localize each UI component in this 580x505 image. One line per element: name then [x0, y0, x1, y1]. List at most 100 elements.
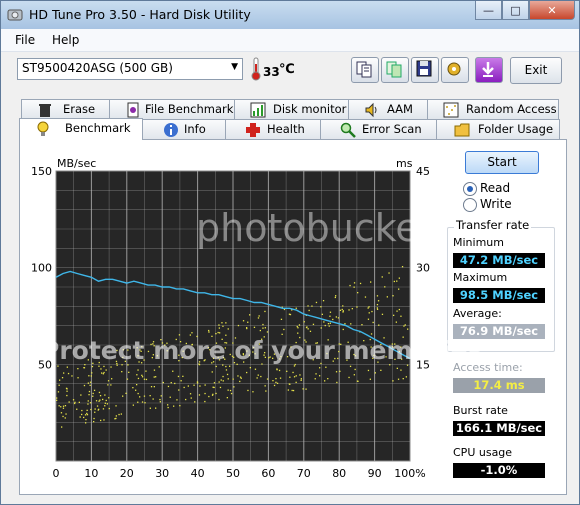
access-time-point [370, 281, 372, 283]
access-time-point [178, 389, 180, 391]
menu-help[interactable]: Help [52, 33, 79, 47]
access-time-point [396, 310, 398, 312]
access-time-point [167, 385, 170, 388]
access-time-point [103, 365, 105, 368]
tab-benchmark[interactable]: Benchmark [19, 118, 143, 140]
maximize-button[interactable]: □ [502, 1, 529, 20]
access-time-point [286, 356, 289, 358]
access-time-point [376, 308, 379, 310]
tab-disk-monitor[interactable]: Disk monitor [234, 99, 349, 119]
access-time-point [376, 304, 379, 306]
access-time-point [388, 272, 390, 274]
access-time-point [60, 406, 62, 408]
access-time-point [401, 358, 403, 360]
start-button[interactable]: Start [465, 151, 539, 174]
access-time-point [198, 361, 201, 363]
exit-button[interactable]: Exit [510, 57, 562, 84]
access-time-point [233, 362, 236, 364]
access-time-point [211, 335, 213, 337]
tab-aam[interactable]: AAM [348, 99, 428, 119]
access-time-point [139, 349, 141, 351]
close-button[interactable]: ✕ [529, 1, 575, 20]
access-time-point [64, 417, 66, 419]
access-time-point [61, 426, 63, 428]
options-button[interactable] [441, 57, 469, 83]
access-time-point [152, 398, 154, 400]
access-time-point [342, 311, 344, 313]
access-time-point [304, 339, 306, 341]
access-time-point [224, 347, 226, 349]
tab-info[interactable]: Info [142, 119, 226, 139]
access-time-point [92, 392, 94, 395]
tab-file-benchmark[interactable]: File Benchmark [109, 99, 235, 119]
access-time-point [120, 413, 122, 415]
access-time-point [276, 382, 279, 384]
drive-select[interactable]: ST9500420ASG (500 GB) ▼ [17, 58, 243, 80]
access-time-point [84, 414, 87, 416]
tab-label: Benchmark [65, 121, 131, 135]
access-time-point [74, 402, 76, 405]
copy-info-button[interactable] [351, 57, 379, 83]
app-window: HD Tune Pro 3.50 - Hard Disk Utility — □… [0, 0, 580, 505]
access-time-point [393, 280, 395, 283]
access-time-point [215, 365, 217, 368]
copy-screenshot-button[interactable] [381, 57, 409, 83]
access-time-point [276, 368, 278, 370]
access-time-point [152, 354, 154, 356]
access-time-point [265, 390, 267, 392]
thermometer-icon [251, 57, 261, 81]
write-radio[interactable] [463, 198, 477, 212]
access-time-point [400, 369, 402, 371]
access-time-point [111, 378, 113, 380]
tab-random-access[interactable]: Random Access [427, 99, 559, 119]
save-button[interactable] [411, 57, 439, 83]
access-time-point [319, 367, 321, 369]
read-radio[interactable] [463, 182, 477, 196]
access-time-point [300, 379, 302, 381]
tab-error-scan[interactable]: Error Scan [320, 119, 437, 139]
access-time-point [315, 301, 318, 304]
y-tick-label-left: 100 [31, 262, 52, 275]
tab-label: Random Access [466, 102, 557, 116]
access-time-point [264, 352, 266, 354]
access-time-point [392, 380, 394, 382]
access-time-point [316, 342, 318, 344]
access-time-point [222, 357, 225, 359]
access-time-point [295, 381, 297, 383]
toolbar: ST9500420ASG (500 GB) ▼ 33 ℃ Exit [1, 52, 579, 94]
access-time-point [116, 362, 118, 365]
access-time-point [249, 314, 251, 316]
access-time-point [315, 373, 317, 375]
access-time-point [289, 376, 291, 378]
access-time-point [177, 375, 180, 378]
access-time-point [211, 371, 213, 373]
access-time-point [208, 331, 210, 333]
access-time-point [57, 391, 60, 393]
access-time-point [264, 385, 266, 387]
y-tick-label-right: 30 [416, 262, 430, 275]
minimize-button[interactable]: — [475, 1, 502, 20]
access-time-point [149, 407, 151, 409]
tab-folder-usage[interactable]: Folder Usage [436, 119, 560, 139]
access-time-point [136, 384, 138, 386]
tab-health[interactable]: Health [225, 119, 321, 139]
menu-file[interactable]: File [15, 33, 35, 47]
access-time-point [180, 380, 182, 382]
tab-erase[interactable]: Erase [21, 99, 110, 119]
access-time-point [263, 336, 265, 338]
x-tick-label: 70 [297, 467, 311, 480]
access-time-point [283, 328, 285, 331]
access-time-point [135, 389, 137, 391]
access-time-point [104, 402, 106, 404]
access-time-point [60, 412, 63, 414]
access-time-point [247, 321, 249, 323]
access-time-point [90, 375, 92, 377]
access-time-point [261, 338, 263, 340]
access-time-point [222, 375, 224, 378]
info-icon [164, 123, 178, 137]
access-time-point [220, 379, 222, 381]
access-time-point [153, 376, 155, 378]
access-time-point [218, 381, 220, 383]
download-button[interactable] [475, 57, 503, 83]
access-time-point [179, 405, 181, 407]
